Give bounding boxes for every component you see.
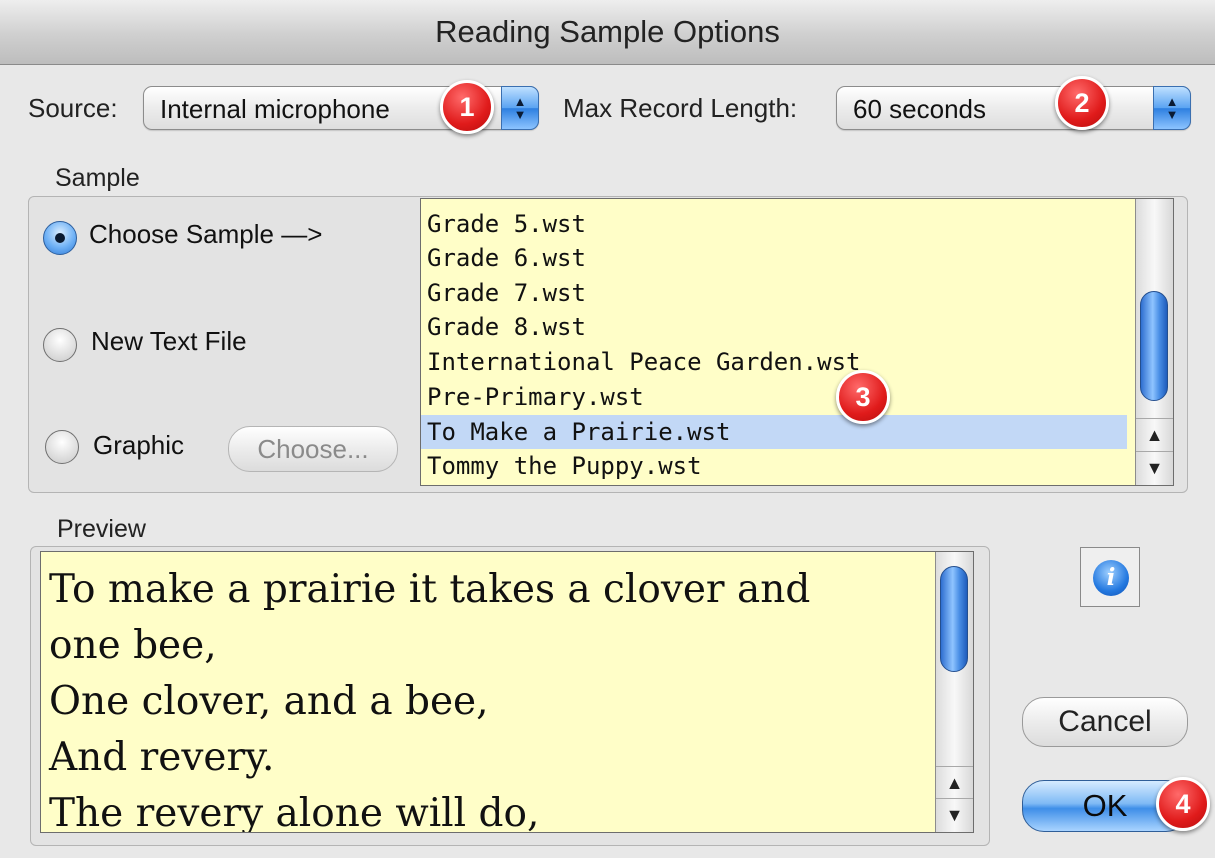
source-value: Internal microphone xyxy=(160,94,390,124)
list-item[interactable]: Grade 7.wst xyxy=(421,276,1127,310)
radio-new-text-file[interactable] xyxy=(43,328,77,362)
popup-arrows-icon: ▲ ▼ xyxy=(501,86,539,130)
list-item[interactable]: Grade 8.wst xyxy=(421,310,1127,344)
radio-graphic[interactable] xyxy=(45,430,79,464)
cancel-button[interactable]: Cancel xyxy=(1022,697,1188,747)
preview-text-area[interactable]: To make a prairie it takes a clover and … xyxy=(40,551,974,833)
sample-group-label: Sample xyxy=(55,164,140,192)
preview-line: one bee, xyxy=(49,623,217,668)
preview-line: The revery alone will do, xyxy=(49,791,540,833)
max-record-popup[interactable]: 60 seconds ▲ ▼ xyxy=(836,86,1191,130)
max-record-value: 60 seconds xyxy=(853,94,986,124)
info-icon: i xyxy=(1093,560,1129,596)
radio-choose-sample-label[interactable]: Choose Sample —> xyxy=(89,219,322,250)
preview-scrollbar[interactable]: ▲ ▼ xyxy=(935,552,973,832)
preview-text: To make a prairie it takes a clover and … xyxy=(49,562,929,833)
info-button[interactable]: i xyxy=(1080,547,1140,607)
list-item[interactable]: Pre-Primary.wst xyxy=(421,380,1127,414)
preview-line: To make a prairie it takes a clover and xyxy=(49,567,811,612)
preview-label: Preview xyxy=(57,515,146,543)
callout-badge-1: 1 xyxy=(440,80,494,134)
radio-choose-sample[interactable] xyxy=(43,221,77,255)
radio-graphic-label[interactable]: Graphic xyxy=(93,430,184,461)
file-list-scrollbar[interactable]: ▲ ▼ xyxy=(1135,199,1173,485)
list-item[interactable]: International Peace Garden.wst xyxy=(421,345,1127,379)
preview-line: And revery. xyxy=(49,735,275,780)
radio-new-text-file-label[interactable]: New Text File xyxy=(91,326,247,357)
scroll-up-arrow-icon[interactable]: ▲ xyxy=(1136,418,1173,451)
scroll-thumb[interactable] xyxy=(1140,291,1168,401)
list-item-selected[interactable]: To Make a Prairie.wst xyxy=(421,415,1127,449)
list-item-partial xyxy=(421,199,1127,201)
popup-arrows-icon: ▲ ▼ xyxy=(1153,86,1191,130)
sample-file-list[interactable]: Grade 5.wst Grade 6.wst Grade 7.wst Grad… xyxy=(420,198,1174,486)
preview-line: One clover, and a bee, xyxy=(49,679,489,724)
scroll-down-arrow-icon[interactable]: ▼ xyxy=(936,798,973,831)
source-label: Source: xyxy=(28,93,118,123)
choose-graphic-button[interactable]: Choose... xyxy=(228,426,398,472)
list-item[interactable]: Grade 5.wst xyxy=(421,207,1127,241)
window-title: Reading Sample Options xyxy=(0,0,1215,65)
scroll-up-arrow-icon[interactable]: ▲ xyxy=(936,766,973,799)
list-item[interactable]: Grade 6.wst xyxy=(421,241,1127,275)
list-item[interactable]: Tommy the Puppy.wst xyxy=(421,449,1127,483)
callout-badge-3: 3 xyxy=(836,370,890,424)
scroll-down-arrow-icon[interactable]: ▼ xyxy=(1136,451,1173,484)
max-record-label: Max Record Length: xyxy=(563,93,798,123)
callout-badge-4: 4 xyxy=(1156,777,1210,831)
scroll-thumb[interactable] xyxy=(940,566,968,672)
callout-badge-2: 2 xyxy=(1055,76,1109,130)
